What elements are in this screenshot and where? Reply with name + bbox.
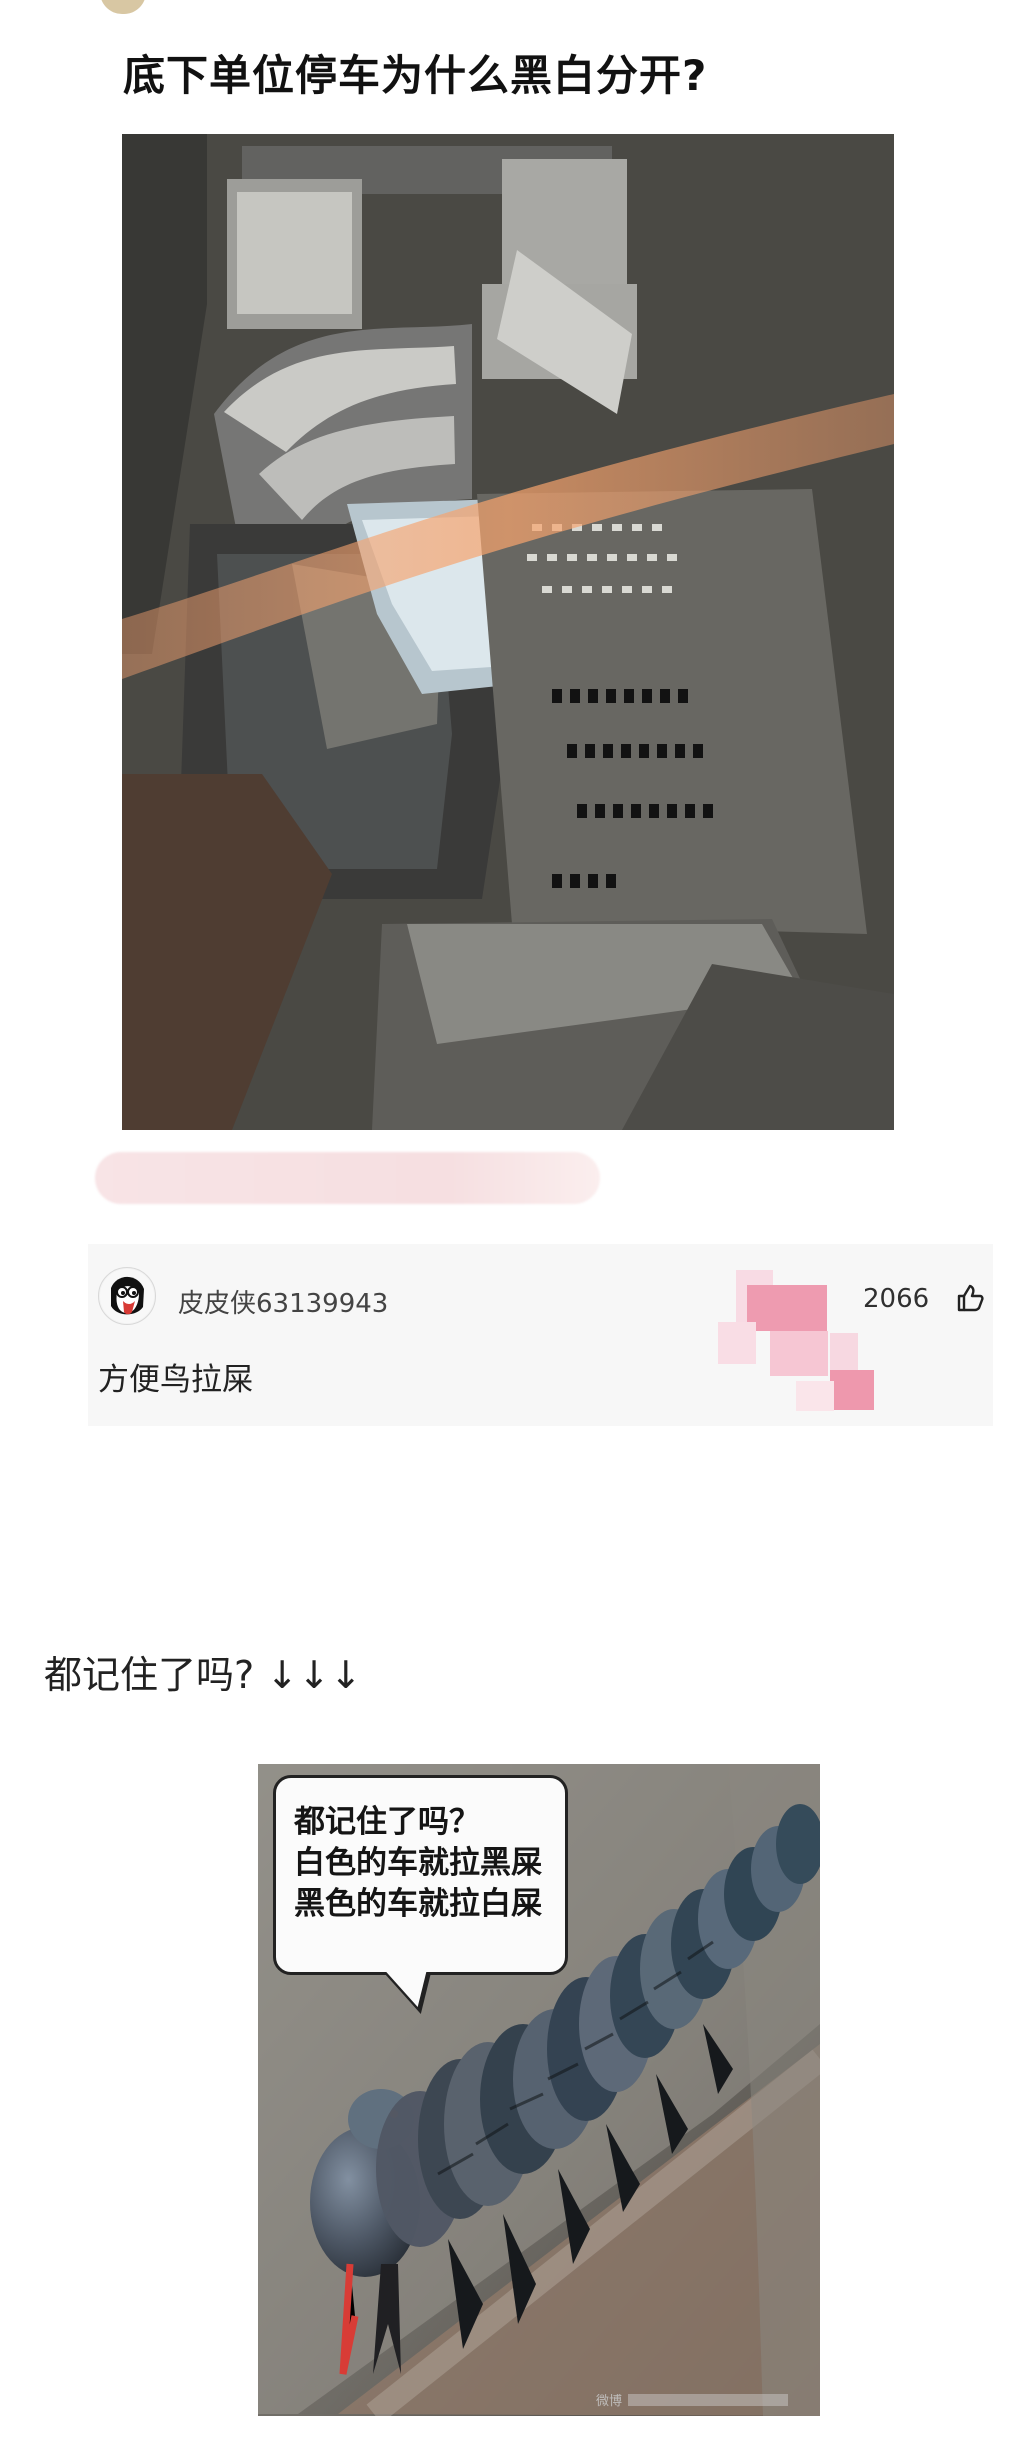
cartoon-penguin-avatar-icon — [100, 1269, 154, 1323]
comment-like-count: 2066 — [863, 1284, 930, 1314]
meme-speech-bubble: 都记住了吗？ 白色的车就拉黑屎 黑色的车就拉白屎 — [273, 1775, 568, 1975]
meme-watermark: 微博 — [596, 2394, 623, 2409]
bubble-line-2: 白色的车就拉黑屎 — [294, 1845, 542, 1881]
follow-up-caption: 都记住了吗? ↓↓↓ — [44, 1653, 362, 1697]
bubble-line-3: 黑色的车就拉白屎 — [294, 1886, 542, 1922]
pink-censor-mosaic — [708, 1270, 874, 1411]
censored-pink-blur — [95, 1152, 600, 1204]
comment-text: 方便鸟拉屎 — [98, 1362, 253, 1398]
post-title: 底下单位停车为什么黑白分开? — [123, 51, 708, 100]
aerial-parking-photo — [122, 134, 894, 1130]
thumb-up-icon[interactable] — [953, 1282, 985, 1314]
bubble-line-1: 都记住了吗？ — [294, 1804, 480, 1840]
commenter-avatar[interactable] — [98, 1267, 156, 1325]
aerial-building-illustration — [122, 134, 894, 1130]
comment-username[interactable]: 皮皮侠63139943 — [178, 1283, 388, 1320]
